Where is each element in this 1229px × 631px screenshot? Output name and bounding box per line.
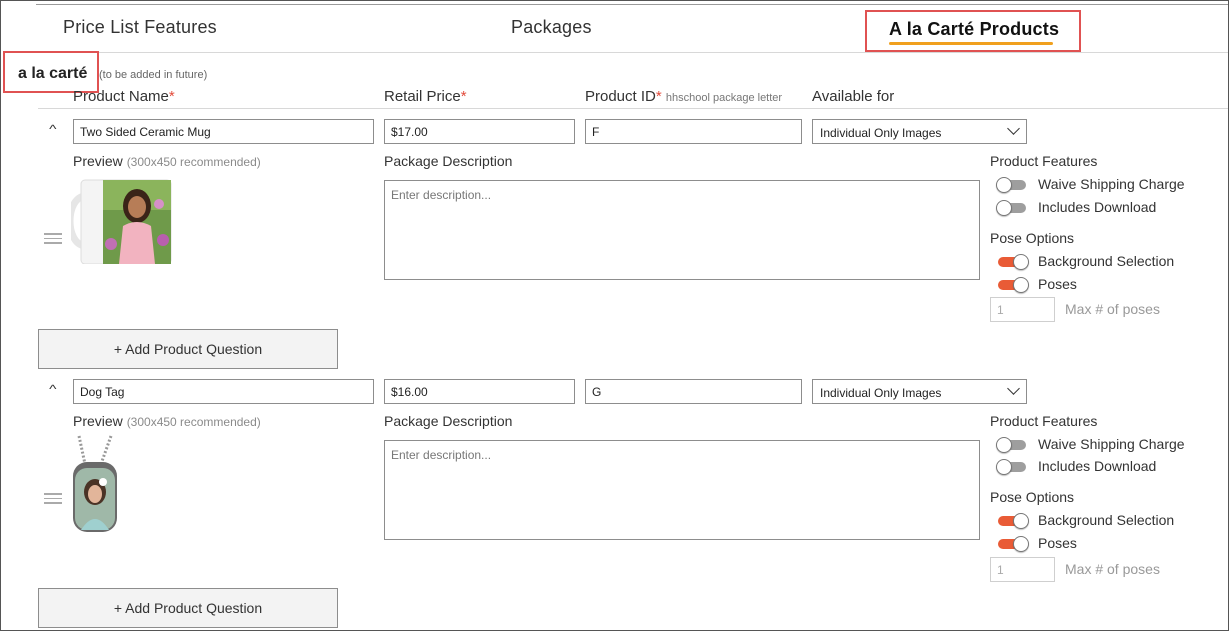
poses-toggle[interactable]	[996, 276, 1030, 294]
package-description-textarea[interactable]: Enter description...	[384, 180, 980, 280]
retail-price-header-text: Retail Price	[384, 88, 461, 105]
column-header-product-id: Product ID* hhschool package letter	[585, 88, 782, 105]
mug-preview-image[interactable]	[71, 174, 176, 264]
max-poses-label: Max # of poses	[1065, 301, 1160, 317]
column-header-retail-price: Retail Price*	[384, 88, 467, 105]
preview-label-text: Preview	[73, 413, 123, 429]
poses-toggle[interactable]	[996, 535, 1030, 553]
waive-shipping-label: Waive Shipping Charge	[1038, 436, 1185, 452]
waive-shipping-label: Waive Shipping Charge	[1038, 176, 1185, 192]
required-mark: *	[460, 88, 467, 105]
product-name-header-text: Product Name	[73, 88, 169, 105]
background-selection-toggle[interactable]	[996, 253, 1030, 271]
toggle-knob	[1013, 254, 1029, 270]
product-id-note: hhschool package letter	[665, 92, 783, 104]
waive-shipping-toggle[interactable]	[996, 436, 1030, 454]
poses-label: Poses	[1038, 276, 1077, 292]
includes-download-toggle[interactable]	[996, 199, 1030, 217]
toggle-knob	[1013, 513, 1029, 529]
includes-download-toggle[interactable]	[996, 458, 1030, 476]
max-poses-input[interactable]: 1	[990, 297, 1055, 322]
available-for-select[interactable]: Individual Only Images	[812, 379, 1027, 404]
package-description-textarea[interactable]: Enter description...	[384, 440, 980, 540]
toggle-knob	[996, 437, 1012, 453]
includes-download-label: Includes Download	[1038, 199, 1157, 215]
add-product-question-button[interactable]: + Add Product Question	[38, 329, 338, 369]
tab-price-list-features[interactable]: Price List Features	[63, 17, 217, 38]
drag-handle-icon[interactable]	[44, 233, 62, 247]
drag-handle-icon[interactable]	[44, 493, 62, 507]
collapse-chevron-icon[interactable]: ^	[49, 382, 56, 396]
column-header-product-name: Product Name*	[73, 88, 175, 105]
toggle-knob	[1013, 536, 1029, 552]
product-features-label: Product Features	[990, 413, 1098, 429]
tab-packages[interactable]: Packages	[511, 17, 592, 38]
toggle-knob	[996, 177, 1012, 193]
toggle-knob	[996, 200, 1012, 216]
toggle-knob	[996, 459, 1012, 475]
max-poses-label: Max # of poses	[1065, 561, 1160, 577]
includes-download-label: Includes Download	[1038, 458, 1157, 474]
product-id-header-text: Product ID	[585, 88, 656, 105]
poses-label: Poses	[1038, 535, 1077, 551]
dog-tag-preview-image[interactable]	[71, 434, 176, 534]
product-id-input[interactable]: G	[585, 379, 802, 404]
tab-a-la-carte-products[interactable]: A la Carté Products	[865, 10, 1081, 52]
collapse-chevron-icon[interactable]: ^	[49, 122, 56, 136]
background-selection-label: Background Selection	[1038, 512, 1175, 528]
product-features-label: Product Features	[990, 153, 1098, 169]
product-id-input[interactable]: F	[585, 119, 802, 144]
required-mark: *	[168, 88, 175, 105]
top-divider	[36, 4, 1228, 5]
tabs-divider	[36, 52, 1228, 53]
package-description-label: Package Description	[384, 153, 513, 169]
available-for-value: Individual Only Images	[820, 126, 942, 140]
tab-a-la-carte-label: A la Carté Products	[889, 19, 1060, 39]
max-poses-input[interactable]: 1	[990, 557, 1055, 582]
preview-size-note: (300x450 recommended)	[126, 415, 261, 429]
available-for-value: Individual Only Images	[820, 386, 942, 400]
background-selection-toggle[interactable]	[996, 512, 1030, 530]
chevron-down-icon	[1007, 122, 1020, 135]
available-for-select[interactable]: Individual Only Images	[812, 119, 1027, 144]
active-tab-underline	[889, 42, 1053, 45]
required-mark: *	[655, 88, 662, 105]
app-frame: Price List Features Packages A la Carté …	[0, 0, 1229, 631]
preview-label: Preview (300x450 recommended)	[73, 153, 261, 169]
column-header-available-for: Available for	[812, 88, 895, 105]
retail-price-input[interactable]: $16.00	[384, 379, 575, 404]
retail-price-input[interactable]: $17.00	[384, 119, 575, 144]
section-note: (to be added in future)	[99, 69, 208, 81]
add-product-question-button[interactable]: + Add Product Question	[38, 588, 338, 628]
product-name-input[interactable]: Dog Tag	[73, 379, 374, 404]
chevron-down-icon	[1007, 382, 1020, 395]
preview-label-text: Preview	[73, 153, 123, 169]
waive-shipping-toggle[interactable]	[996, 176, 1030, 194]
background-selection-label: Background Selection	[1038, 253, 1175, 269]
package-description-label: Package Description	[384, 413, 513, 429]
product-name-input[interactable]: Two Sided Ceramic Mug	[73, 119, 374, 144]
preview-label: Preview (300x450 recommended)	[73, 413, 261, 429]
section-title: a la carté	[18, 65, 88, 82]
toggle-knob	[1013, 277, 1029, 293]
pose-options-label: Pose Options	[990, 489, 1075, 505]
pose-options-label: Pose Options	[990, 230, 1075, 246]
preview-size-note: (300x450 recommended)	[126, 155, 261, 169]
